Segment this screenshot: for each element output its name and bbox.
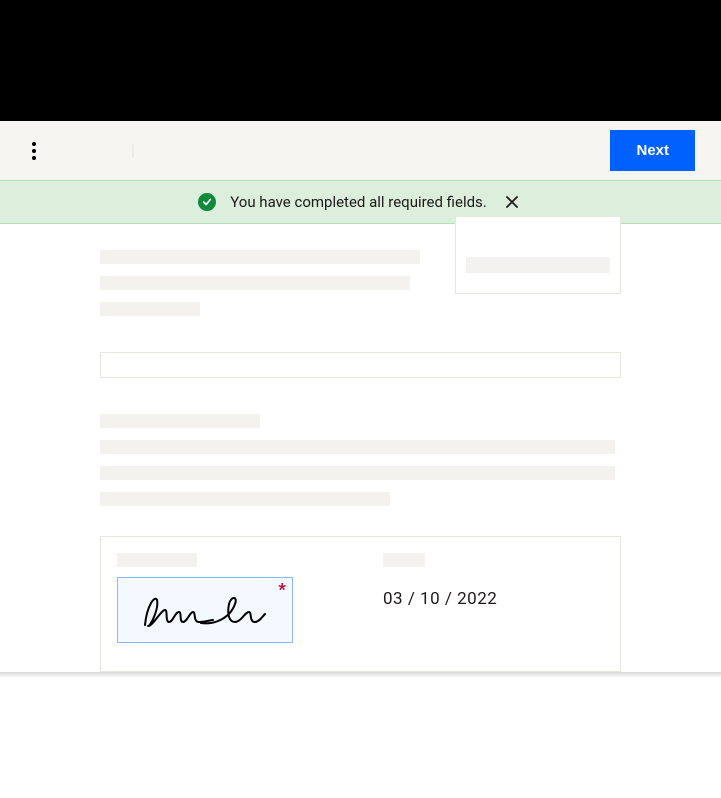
- placeholder-line: [100, 302, 200, 316]
- date-column: 03 / 10 / 2022: [383, 553, 497, 643]
- placeholder-line: [100, 414, 260, 428]
- bottom-spacer: [0, 678, 721, 798]
- signature-label-placeholder: [117, 553, 197, 567]
- toolbar-left: [26, 136, 134, 166]
- toolbar: Next: [0, 121, 721, 180]
- input-placeholder-box: [100, 352, 621, 378]
- signature-section: * 03 / 10 / 2022: [100, 536, 621, 672]
- side-info-box: [455, 216, 621, 294]
- toolbar-divider: [132, 144, 134, 158]
- date-label-placeholder: [383, 553, 425, 567]
- banner-message: You have completed all required fields.: [230, 193, 487, 211]
- close-icon[interactable]: [501, 191, 523, 213]
- signature-glyph: [135, 590, 275, 630]
- placeholder-line: [100, 492, 390, 506]
- placeholder-line: [100, 250, 420, 264]
- document-content: * 03 / 10 / 2022: [0, 224, 721, 678]
- placeholder-line: [100, 440, 615, 454]
- placeholder-line: [466, 257, 610, 273]
- required-asterisk: *: [278, 580, 286, 600]
- placeholder-line: [100, 466, 615, 480]
- content-shadow: [0, 672, 721, 678]
- signature-column: *: [117, 553, 293, 643]
- check-circle-icon: [198, 193, 216, 211]
- placeholder-line: [100, 276, 410, 290]
- more-options-menu[interactable]: [26, 136, 42, 166]
- signature-field[interactable]: *: [117, 577, 293, 643]
- next-button[interactable]: Next: [610, 130, 695, 171]
- date-value: 03 / 10 / 2022: [383, 589, 497, 609]
- top-black-bar: [0, 0, 721, 121]
- paragraph-block-2: [100, 414, 621, 506]
